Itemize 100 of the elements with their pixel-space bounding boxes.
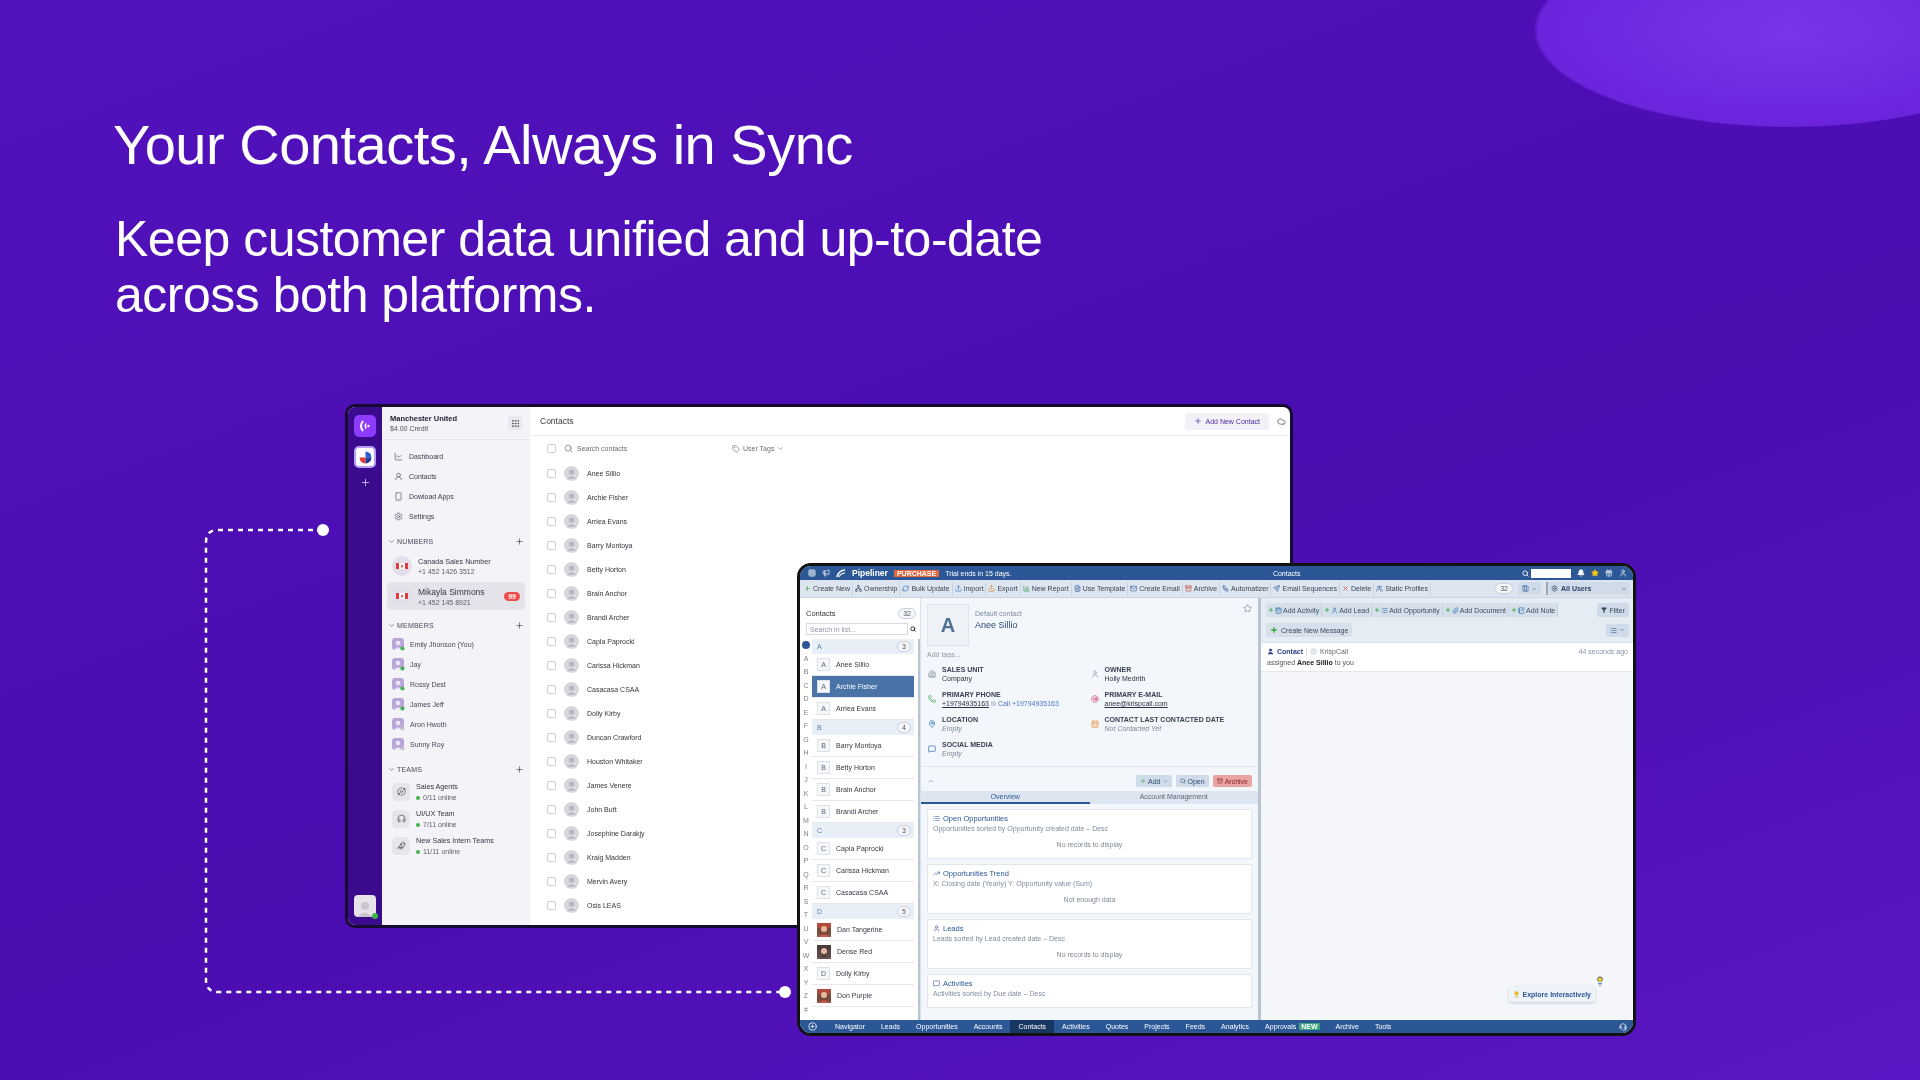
megaphone-icon[interactable] bbox=[822, 569, 830, 577]
row-checkbox[interactable] bbox=[547, 876, 556, 886]
row-checkbox[interactable] bbox=[547, 828, 556, 838]
chevron-icon bbox=[777, 445, 785, 452]
list-icon bbox=[1381, 606, 1389, 614]
row-checkbox[interactable] bbox=[547, 492, 556, 502]
trend-icon bbox=[933, 870, 940, 877]
contact-avatar bbox=[564, 729, 579, 745]
mail-icon bbox=[1130, 585, 1138, 592]
view-options-button[interactable] bbox=[1606, 623, 1629, 637]
row-checkbox[interactable] bbox=[547, 780, 556, 790]
user-icon bbox=[1331, 606, 1339, 614]
contact-avatar bbox=[564, 633, 579, 649]
add-icon[interactable] bbox=[515, 536, 524, 546]
favorite-button[interactable] bbox=[1243, 604, 1252, 613]
dialpad-button[interactable] bbox=[508, 416, 522, 430]
workspace-button[interactable] bbox=[354, 446, 376, 468]
columns-icon bbox=[1522, 585, 1529, 592]
online-status-icon bbox=[372, 913, 378, 919]
cloud-icon[interactable] bbox=[1277, 416, 1286, 426]
subheadline: Keep customer data unified and up-to-date across both platforms. bbox=[115, 211, 1044, 323]
lightbulb-icon bbox=[1595, 976, 1605, 986]
user-icon bbox=[1090, 670, 1099, 678]
collapse-icon[interactable] bbox=[927, 777, 935, 785]
users-icon bbox=[1376, 585, 1384, 592]
contact-avatar bbox=[564, 825, 579, 841]
row-checkbox[interactable] bbox=[547, 708, 556, 718]
row-checkbox[interactable] bbox=[547, 900, 556, 910]
user-icon bbox=[1267, 648, 1274, 655]
contact-avatar bbox=[564, 657, 579, 673]
filter-icon bbox=[1601, 607, 1608, 613]
add-icon[interactable] bbox=[808, 1022, 817, 1031]
contact-avatar bbox=[564, 513, 579, 529]
user-icon bbox=[394, 471, 403, 481]
contact-avatar bbox=[564, 489, 579, 505]
contact-avatar bbox=[564, 681, 579, 697]
page-title: Contacts bbox=[540, 416, 574, 426]
settings-icon bbox=[394, 511, 403, 521]
canada-flag-icon bbox=[392, 556, 412, 576]
row-checkbox[interactable] bbox=[547, 612, 556, 622]
close-icon bbox=[1341, 585, 1349, 592]
contact-avatar bbox=[564, 897, 579, 913]
chevron-icon[interactable] bbox=[388, 537, 395, 545]
archive-icon bbox=[1216, 778, 1223, 784]
row-checkbox[interactable] bbox=[547, 804, 556, 814]
row-checkbox[interactable] bbox=[547, 468, 556, 478]
status-dot-icon bbox=[416, 795, 420, 800]
row-checkbox[interactable] bbox=[547, 588, 556, 598]
logo-icon bbox=[358, 419, 372, 433]
add-icon[interactable] bbox=[515, 764, 524, 774]
search-icon bbox=[1179, 778, 1186, 784]
select-all-checkbox[interactable] bbox=[547, 444, 556, 453]
search-icon bbox=[1522, 569, 1529, 577]
contact-avatar bbox=[564, 849, 579, 865]
contact-avatar bbox=[564, 801, 579, 817]
chart-icon bbox=[394, 451, 403, 461]
brand-name: Pipeliner bbox=[852, 568, 888, 578]
plus-icon bbox=[1444, 607, 1451, 613]
row-checkbox[interactable] bbox=[547, 684, 556, 694]
row-checkbox[interactable] bbox=[547, 516, 556, 526]
index-dot-icon[interactable] bbox=[802, 641, 810, 649]
row-checkbox[interactable] bbox=[547, 540, 556, 550]
search-field[interactable] bbox=[1531, 568, 1571, 578]
row-checkbox[interactable] bbox=[547, 756, 556, 766]
chevron-icon[interactable] bbox=[388, 621, 395, 629]
chevron-icon bbox=[1531, 585, 1537, 592]
member-avatar bbox=[392, 637, 405, 651]
contact-avatar bbox=[564, 585, 579, 601]
gift-icon[interactable] bbox=[1605, 569, 1613, 577]
contact-avatar bbox=[564, 873, 579, 889]
contact-avatar: A bbox=[927, 604, 969, 646]
support-icon[interactable] bbox=[1619, 1022, 1627, 1031]
row-checkbox[interactable] bbox=[547, 564, 556, 574]
chevron-icon[interactable] bbox=[388, 765, 395, 773]
add-icon[interactable] bbox=[359, 477, 371, 488]
search-icon bbox=[910, 626, 916, 632]
profile-avatar[interactable] bbox=[354, 895, 376, 917]
search-icon bbox=[564, 444, 573, 453]
bell-icon[interactable] bbox=[1577, 569, 1585, 577]
chevron-icon bbox=[1162, 778, 1168, 784]
lightbulb-icon bbox=[1512, 991, 1520, 998]
app-logo[interactable] bbox=[354, 415, 376, 437]
plus-icon bbox=[1268, 607, 1274, 613]
user-icon[interactable] bbox=[1619, 569, 1627, 577]
status-dot-icon bbox=[416, 849, 420, 854]
row-checkbox[interactable] bbox=[547, 660, 556, 670]
columns-button[interactable] bbox=[1518, 582, 1541, 595]
add-icon[interactable] bbox=[515, 620, 524, 630]
star-icon[interactable] bbox=[1591, 569, 1599, 577]
logo-icon bbox=[836, 568, 846, 578]
workflow-icon bbox=[1222, 585, 1230, 592]
chevron-icon bbox=[1619, 627, 1625, 633]
contact-avatar bbox=[564, 561, 579, 577]
row-checkbox[interactable] bbox=[547, 732, 556, 742]
apps-grid-icon[interactable] bbox=[808, 569, 816, 577]
pie-logo-icon bbox=[358, 450, 372, 464]
user-icon bbox=[933, 925, 940, 932]
row-checkbox[interactable] bbox=[547, 636, 556, 646]
upload-icon bbox=[954, 585, 962, 592]
row-checkbox[interactable] bbox=[547, 852, 556, 862]
